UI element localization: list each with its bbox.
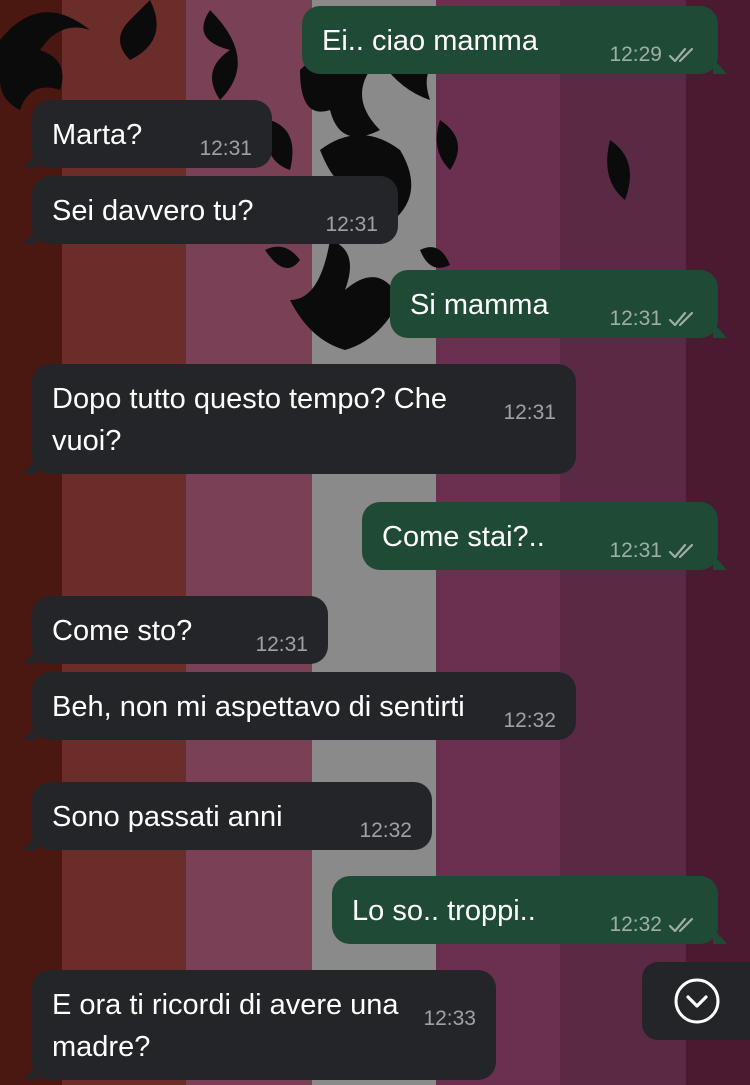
message-meta: 12:31 xyxy=(503,402,556,423)
message-text: Come stai?.. xyxy=(382,521,545,553)
message-text: Sei davvero tu? xyxy=(52,195,254,227)
incoming-message[interactable]: 12:33 E ora ti ricordi di avere una madre… xyxy=(23,970,496,1080)
message-meta: 12:32 xyxy=(609,914,698,935)
incoming-message[interactable]: 12:31 Marta? xyxy=(23,100,272,168)
message-text: Marta? xyxy=(52,119,143,151)
message-time: 12:31 xyxy=(255,633,308,656)
message-time: 12:31 xyxy=(503,401,556,424)
message-meta: 12:31 xyxy=(609,308,698,329)
message-meta: 12:33 xyxy=(423,1008,476,1029)
message-meta: 12:31 xyxy=(325,214,378,235)
message-text: Ei.. ciao mamma xyxy=(322,25,538,57)
message-meta: 12:31 xyxy=(199,138,252,159)
outgoing-message[interactable]: 12:31 Come stai?.. xyxy=(362,502,727,570)
message-text: Beh, non mi aspettavo di sentirti xyxy=(52,691,465,723)
message-time: 12:31 xyxy=(609,307,662,330)
outgoing-message[interactable]: 12:32 Lo so.. troppi.. xyxy=(332,876,727,944)
message-text: Lo so.. troppi.. xyxy=(352,895,536,927)
double-check-icon xyxy=(668,310,698,328)
double-check-icon xyxy=(668,542,698,560)
message-time: 12:31 xyxy=(199,137,252,160)
message-time: 12:32 xyxy=(503,709,556,732)
outgoing-message[interactable]: 12:31 Si mamma xyxy=(390,270,727,338)
double-check-icon xyxy=(668,916,698,934)
message-text: E ora ti ricordi di avere una madre? xyxy=(52,989,399,1063)
message-time: 12:31 xyxy=(609,539,662,562)
double-check-icon xyxy=(668,46,698,64)
incoming-message[interactable]: 12:32 Sono passati anni xyxy=(23,782,432,850)
message-time: 12:33 xyxy=(423,1007,476,1030)
message-meta: 12:32 xyxy=(359,820,412,841)
outgoing-message[interactable]: 12:29 Ei.. ciao mamma xyxy=(302,6,727,74)
message-text: Sono passati anni xyxy=(52,801,283,833)
incoming-message[interactable]: 12:31 Come sto? xyxy=(23,596,328,664)
incoming-message[interactable]: 12:32 Beh, non mi aspettavo di sentirti xyxy=(23,672,576,740)
scroll-to-bottom-button[interactable] xyxy=(642,962,750,1040)
message-time: 12:29 xyxy=(609,43,662,66)
message-meta: 12:31 xyxy=(609,540,698,561)
message-text: Come sto? xyxy=(52,615,193,647)
message-text: Dopo tutto questo tempo? Che vuoi? xyxy=(52,383,447,457)
incoming-message[interactable]: 12:31 Dopo tutto questo tempo? Che vuoi? xyxy=(23,364,576,474)
message-meta: 12:31 xyxy=(255,634,308,655)
message-meta: 12:32 xyxy=(503,710,556,731)
message-time: 12:32 xyxy=(359,819,412,842)
message-time: 12:32 xyxy=(609,913,662,936)
incoming-message[interactable]: 12:31 Sei davvero tu? xyxy=(23,176,398,244)
message-time: 12:31 xyxy=(325,213,378,236)
message-meta: 12:29 xyxy=(609,44,698,65)
message-text: Si mamma xyxy=(410,289,549,321)
chevron-down-circle-icon xyxy=(674,978,720,1024)
